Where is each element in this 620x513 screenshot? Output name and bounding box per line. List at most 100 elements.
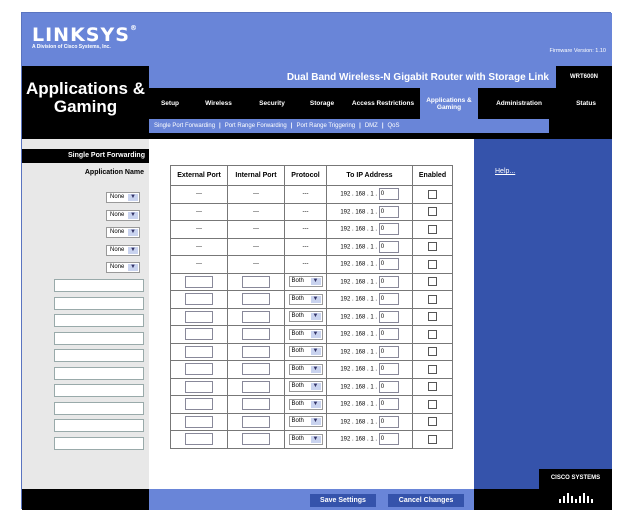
internal-port-input[interactable] bbox=[242, 433, 270, 446]
internal-port-input[interactable] bbox=[242, 293, 270, 306]
enabled-checkbox[interactable] bbox=[428, 207, 437, 217]
protocol-select[interactable]: Both ▼ bbox=[288, 363, 323, 375]
external-port-input[interactable] bbox=[185, 433, 213, 446]
tab-administration[interactable]: Administration bbox=[478, 88, 560, 119]
external-port-input[interactable] bbox=[185, 363, 213, 376]
protocol-select[interactable]: Both ▼ bbox=[288, 433, 323, 445]
tab-status[interactable]: Status bbox=[560, 88, 612, 119]
ip-octet-input[interactable]: 0 bbox=[378, 258, 399, 271]
external-port-input[interactable] bbox=[185, 310, 213, 323]
table-row: --- --- --- 192 . 168 . 1 . 0 bbox=[170, 202, 453, 221]
ip-octet-input[interactable]: 0 bbox=[378, 380, 399, 393]
protocol-select[interactable]: Both ▼ bbox=[288, 311, 323, 323]
subtab-dmz[interactable]: DMZ bbox=[365, 123, 378, 129]
enabled-checkbox[interactable] bbox=[428, 329, 437, 339]
internal-port-input[interactable] bbox=[242, 380, 270, 393]
application-name-input[interactable] bbox=[54, 279, 144, 292]
application-select[interactable]: None ▼ bbox=[106, 192, 140, 203]
internal-port-value: --- bbox=[227, 237, 285, 256]
external-port-input[interactable] bbox=[185, 345, 213, 358]
enabled-checkbox[interactable] bbox=[428, 312, 437, 322]
internal-port-input[interactable] bbox=[242, 415, 270, 428]
ip-octet-input[interactable]: 0 bbox=[378, 415, 399, 428]
tab-wireless[interactable]: Wireless bbox=[191, 88, 246, 119]
chevron-down-icon: ▼ bbox=[310, 330, 321, 338]
ip-octet-input[interactable]: 0 bbox=[378, 293, 399, 306]
application-select[interactable]: None ▼ bbox=[106, 227, 140, 238]
enabled-checkbox[interactable] bbox=[428, 294, 437, 304]
protocol-select[interactable]: Both ▼ bbox=[288, 416, 323, 428]
subtab-single-port-forwarding[interactable]: Single Port Forwarding bbox=[154, 123, 215, 129]
tab-storage[interactable]: Storage bbox=[298, 88, 346, 119]
application-select[interactable]: None ▼ bbox=[106, 245, 140, 256]
help-link[interactable]: Help... bbox=[495, 168, 515, 175]
ip-octet-input[interactable]: 0 bbox=[378, 433, 399, 446]
enabled-checkbox[interactable] bbox=[428, 399, 437, 409]
enabled-checkbox[interactable] bbox=[428, 259, 437, 269]
internal-port-input[interactable] bbox=[242, 275, 270, 288]
application-name-input[interactable] bbox=[54, 367, 144, 380]
enabled-checkbox[interactable] bbox=[428, 277, 437, 287]
internal-port-input[interactable] bbox=[242, 363, 270, 376]
internal-port-input[interactable] bbox=[242, 398, 270, 411]
external-port-input[interactable] bbox=[185, 398, 213, 411]
tab-security[interactable]: Security bbox=[246, 88, 298, 119]
ip-address-cell: 192 . 168 . 1 . 0 bbox=[326, 360, 413, 379]
table-row: --- --- --- 192 . 168 . 1 . 0 bbox=[170, 185, 453, 204]
tab-access-restrictions[interactable]: Access Restrictions bbox=[346, 88, 420, 119]
protocol-select[interactable]: Both ▼ bbox=[288, 328, 323, 340]
external-port-input[interactable] bbox=[185, 293, 213, 306]
enabled-checkbox[interactable] bbox=[428, 417, 437, 427]
application-name-input[interactable] bbox=[54, 384, 144, 397]
cisco-bridge-icon bbox=[559, 493, 593, 503]
ip-octet-input[interactable]: 0 bbox=[378, 363, 399, 376]
protocol-select[interactable]: Both ▼ bbox=[288, 346, 323, 358]
protocol-select[interactable]: Both ▼ bbox=[288, 276, 323, 288]
application-name-input[interactable] bbox=[54, 297, 144, 310]
subtab-qos[interactable]: QoS bbox=[388, 123, 400, 129]
application-select[interactable]: None ▼ bbox=[106, 262, 140, 273]
internal-port-input[interactable] bbox=[242, 328, 270, 341]
protocol-value: --- bbox=[284, 220, 327, 239]
enabled-checkbox[interactable] bbox=[428, 364, 437, 374]
ip-octet-input[interactable]: 0 bbox=[378, 205, 399, 218]
ip-octet-input[interactable]: 0 bbox=[378, 240, 399, 253]
enabled-checkbox[interactable] bbox=[428, 242, 437, 252]
protocol-select[interactable]: Both ▼ bbox=[288, 398, 323, 410]
protocol-select[interactable]: Both ▼ bbox=[288, 293, 323, 305]
application-name-input[interactable] bbox=[54, 437, 144, 450]
ip-prefix: 192 . 168 . 1 . bbox=[340, 261, 378, 268]
application-name-input[interactable] bbox=[54, 349, 144, 362]
enabled-checkbox[interactable] bbox=[428, 347, 437, 357]
enabled-checkbox[interactable] bbox=[428, 434, 437, 444]
application-select[interactable]: None ▼ bbox=[106, 210, 140, 221]
protocol-value: --- bbox=[284, 237, 327, 256]
ip-octet-input[interactable]: 0 bbox=[378, 275, 399, 288]
enabled-checkbox[interactable] bbox=[428, 189, 437, 199]
ip-octet-input[interactable]: 0 bbox=[378, 310, 399, 323]
application-name-input[interactable] bbox=[54, 332, 144, 345]
external-port-input[interactable] bbox=[185, 380, 213, 393]
enabled-checkbox[interactable] bbox=[428, 382, 437, 392]
ip-octet-input[interactable]: 0 bbox=[378, 398, 399, 411]
tab-setup[interactable]: Setup bbox=[149, 88, 191, 119]
save-settings-button[interactable]: Save Settings bbox=[310, 494, 376, 507]
external-port-input[interactable] bbox=[185, 328, 213, 341]
ip-octet-input[interactable]: 0 bbox=[378, 345, 399, 358]
protocol-select[interactable]: Both ▼ bbox=[288, 381, 323, 393]
external-port-input[interactable] bbox=[185, 275, 213, 288]
application-name-input[interactable] bbox=[54, 419, 144, 432]
application-name-input[interactable] bbox=[54, 402, 144, 415]
ip-octet-input[interactable]: 0 bbox=[378, 188, 399, 201]
internal-port-input[interactable] bbox=[242, 345, 270, 358]
enabled-checkbox[interactable] bbox=[428, 224, 437, 234]
application-name-input[interactable] bbox=[54, 314, 144, 327]
ip-octet-input[interactable]: 0 bbox=[378, 223, 399, 236]
subtab-port-range-triggering[interactable]: Port Range Triggering bbox=[296, 123, 355, 129]
cancel-changes-button[interactable]: Cancel Changes bbox=[388, 494, 464, 507]
subtab-port-range-forwarding[interactable]: Port Range Forwarding bbox=[225, 123, 287, 129]
ip-octet-input[interactable]: 0 bbox=[378, 328, 399, 341]
external-port-input[interactable] bbox=[185, 415, 213, 428]
tab-applications-gaming[interactable]: Applications & Gaming bbox=[420, 88, 478, 119]
internal-port-input[interactable] bbox=[242, 310, 270, 323]
